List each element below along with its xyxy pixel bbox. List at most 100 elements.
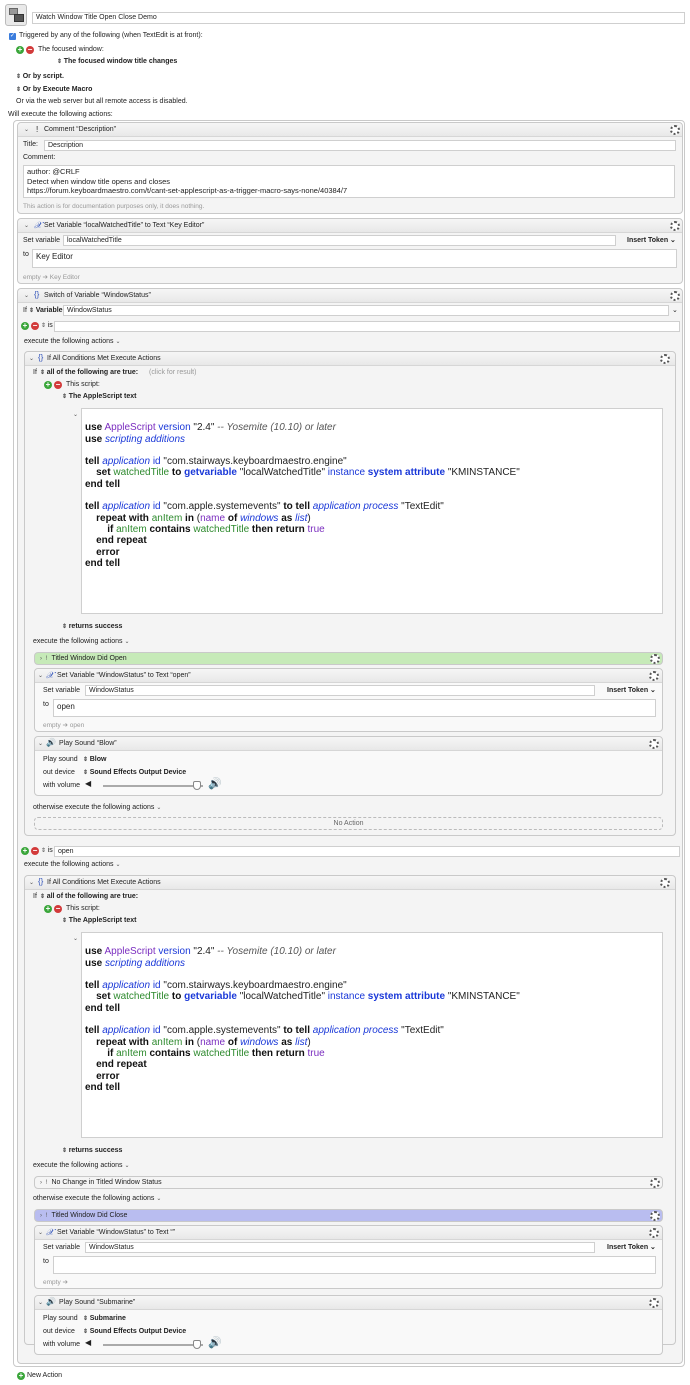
- disclosure-icon[interactable]: ⌄: [24, 292, 29, 299]
- gear-icon[interactable]: [670, 221, 680, 231]
- comment-action[interactable]: ⌄ ! Comment “Description” Title: Descrip…: [17, 122, 683, 214]
- chevron-down-icon[interactable]: ⌄: [672, 306, 678, 314]
- case-value-field[interactable]: [54, 321, 680, 332]
- switch-variable-field[interactable]: WindowStatus: [63, 305, 669, 316]
- play-sound-blow-action[interactable]: ⌄ 🔊 Play Sound “Blow” Play sound ⇕ Blow …: [34, 736, 663, 796]
- if-all-action-1[interactable]: ⌄ {} If All Conditions Met Execute Actio…: [24, 351, 676, 836]
- add-condition-button[interactable]: +: [44, 381, 52, 389]
- disclosure-icon[interactable]: ⌄: [29, 355, 34, 362]
- insert-token-button[interactable]: Insert Token ⌄: [607, 1243, 656, 1253]
- remove-trigger-button[interactable]: −: [26, 46, 34, 54]
- to-label: to: [43, 1258, 49, 1265]
- remove-case-button[interactable]: −: [31, 847, 39, 855]
- play-sound-submarine-action[interactable]: ⌄ 🔊 Play Sound “Submarine” Play sound ⇕ …: [34, 1295, 663, 1355]
- condition-mode-popup[interactable]: ⇕ all of the following are true:: [40, 368, 138, 378]
- stepper-icon: ⇕: [41, 848, 48, 854]
- variable-name-field[interactable]: WindowStatus: [85, 685, 595, 696]
- to-text-field[interactable]: Key Editor: [32, 249, 677, 268]
- case-op-popup[interactable]: ⇕ is: [41, 846, 53, 856]
- out-device-popup[interactable]: ⇕ Sound Effects Output Device: [83, 768, 186, 778]
- script-type-popup[interactable]: ⇕ The AppleScript text: [62, 916, 137, 926]
- chevron-down-icon[interactable]: ⌄: [115, 339, 120, 345]
- variable-name-field[interactable]: WindowStatus: [85, 1242, 595, 1253]
- gear-icon[interactable]: [660, 354, 670, 364]
- group-titled-window-did-close[interactable]: › ! Titled Window Did Close: [34, 1209, 663, 1222]
- add-trigger-button[interactable]: +: [16, 46, 24, 54]
- gear-icon[interactable]: [650, 654, 660, 664]
- case-value-field[interactable]: open: [54, 846, 680, 857]
- disclosure-icon[interactable]: ⌄: [24, 222, 29, 229]
- disclosure-icon[interactable]: ⌄: [38, 740, 43, 747]
- new-action-label[interactable]: New Action: [27, 1371, 62, 1381]
- volume-slider[interactable]: [103, 1344, 203, 1346]
- set-variable-open-action[interactable]: ⌄ 𝒳 Set Variable “WindowStatus” to Text …: [34, 668, 663, 732]
- applescript-editor[interactable]: use AppleScript version "2.4" -- Yosemit…: [81, 932, 663, 1138]
- no-change-comment-action[interactable]: › ! No Change in Titled Window Status: [34, 1176, 663, 1189]
- condition-mode-popup[interactable]: ⇕ all of the following are true:: [40, 892, 138, 902]
- comment-field[interactable]: author: @CRLF Detect when window title o…: [23, 165, 675, 198]
- case-op-popup[interactable]: ⇕ is: [41, 321, 53, 331]
- to-text-field[interactable]: open: [53, 699, 656, 717]
- returns-popup[interactable]: ⇕ returns success: [62, 1146, 122, 1156]
- volume-slider[interactable]: [103, 785, 203, 787]
- stepper-icon: ⇕: [83, 770, 90, 776]
- disclosure-icon[interactable]: ⌄: [38, 672, 43, 679]
- script-type-popup[interactable]: ⇕ The AppleScript text: [62, 392, 137, 402]
- or-by-script[interactable]: ⇕ Or by script.: [16, 72, 64, 82]
- disclosure-icon[interactable]: ⌄: [38, 1299, 43, 1306]
- gear-icon[interactable]: [670, 291, 680, 301]
- gear-icon[interactable]: [670, 125, 680, 135]
- disclosure-icon[interactable]: ⌄: [38, 1229, 43, 1236]
- sound-popup[interactable]: ⇕ Submarine: [83, 1314, 126, 1324]
- gear-icon[interactable]: [660, 878, 670, 888]
- chevron-down-icon[interactable]: ⌄: [156, 805, 161, 811]
- add-condition-button[interactable]: +: [44, 905, 52, 913]
- disclosure-icon[interactable]: ›: [40, 1180, 42, 1186]
- returns-popup[interactable]: ⇕ returns success: [62, 622, 122, 632]
- set-variable-empty-action[interactable]: ⌄ 𝒳 Set Variable “WindowStatus” to Text …: [34, 1225, 663, 1289]
- disclosure-icon[interactable]: ⌄: [29, 879, 34, 886]
- group-titled-window-did-open[interactable]: › ! Titled Window Did Open: [34, 652, 663, 665]
- gear-icon[interactable]: [650, 1178, 660, 1188]
- volume-knob[interactable]: [193, 1340, 201, 1349]
- remove-case-button[interactable]: −: [31, 322, 39, 330]
- out-device-popup[interactable]: ⇕ Sound Effects Output Device: [83, 1327, 186, 1337]
- disclosure-icon[interactable]: ›: [40, 656, 42, 662]
- gear-icon[interactable]: [649, 739, 659, 749]
- click-for-result[interactable]: (click for result): [149, 368, 196, 378]
- chevron-down-icon[interactable]: ⌄: [115, 862, 120, 868]
- chevron-down-icon[interactable]: ⌄: [73, 935, 78, 942]
- to-text-field[interactable]: [53, 1256, 656, 1274]
- gear-icon[interactable]: [649, 1298, 659, 1308]
- set-variable-action[interactable]: ⌄ 𝒳 Set Variable “localWatchedTitle” to …: [17, 218, 683, 284]
- new-action-button[interactable]: +: [17, 1372, 25, 1380]
- chevron-down-icon[interactable]: ⌄: [156, 1196, 161, 1202]
- macro-title-field[interactable]: Watch Window Title Open Close Demo: [32, 12, 685, 24]
- trigger-checkbox[interactable]: ✓: [9, 33, 16, 40]
- trigger-popup[interactable]: ⇕ The focused window title changes: [57, 57, 177, 67]
- switch-action[interactable]: ⌄ {} Switch of Variable “WindowStatus” I…: [17, 288, 683, 1364]
- insert-token-button[interactable]: Insert Token ⌄: [627, 236, 676, 246]
- or-by-execute[interactable]: ⇕ Or by Execute Macro: [16, 85, 92, 95]
- remove-condition-button[interactable]: −: [54, 381, 62, 389]
- chevron-down-icon[interactable]: ⌄: [73, 411, 78, 418]
- title-field[interactable]: Description: [44, 140, 676, 151]
- applescript-editor[interactable]: use AppleScript version "2.4" -- Yosemit…: [81, 408, 663, 614]
- switch-source-popup[interactable]: ⇕ Variable: [29, 306, 63, 316]
- variable-name-field[interactable]: localWatchedTitle: [63, 235, 616, 246]
- add-case-button[interactable]: +: [21, 322, 29, 330]
- remove-condition-button[interactable]: −: [54, 905, 62, 913]
- gear-icon[interactable]: [649, 1228, 659, 1238]
- gear-icon[interactable]: [650, 1211, 660, 1221]
- insert-token-button[interactable]: Insert Token ⌄: [607, 686, 656, 696]
- chevron-down-icon[interactable]: ⌄: [124, 639, 129, 645]
- chevron-down-icon[interactable]: ⌄: [124, 1163, 129, 1169]
- disclosure-icon[interactable]: ⌄: [24, 126, 29, 133]
- sound-popup[interactable]: ⇕ Blow: [83, 755, 106, 765]
- volume-knob[interactable]: [193, 781, 201, 790]
- if-all-action-2[interactable]: ⌄ {} If All Conditions Met Execute Actio…: [24, 875, 676, 1355]
- disclosure-icon[interactable]: ›: [40, 1213, 42, 1219]
- gear-icon[interactable]: [649, 671, 659, 681]
- no-action-placeholder[interactable]: No Action: [34, 817, 663, 830]
- add-case-button[interactable]: +: [21, 847, 29, 855]
